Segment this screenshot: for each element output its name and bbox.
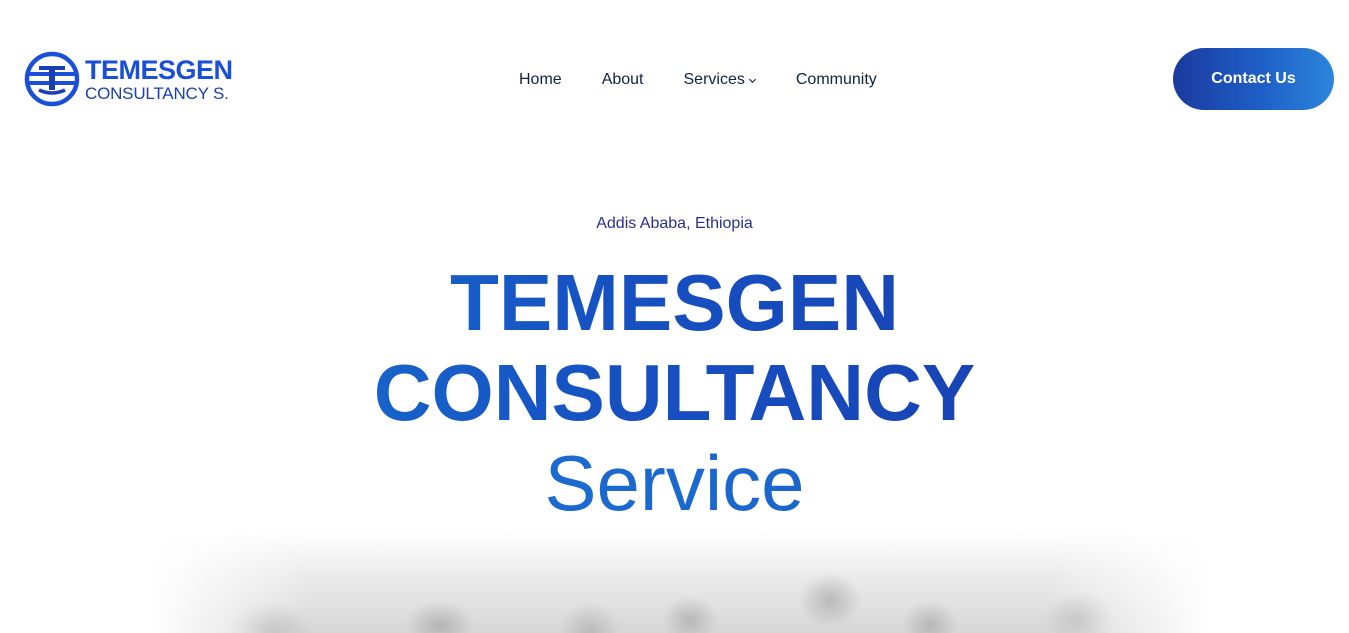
nav-services[interactable]: Services — [684, 71, 757, 89]
hero-title: TEMESGEN CONSULTANCY Service — [0, 258, 1349, 528]
hero-title-line1: TEMESGEN — [0, 258, 1349, 348]
nav-community[interactable]: Community — [796, 71, 877, 89]
contact-us-button[interactable]: Contact Us — [1173, 48, 1334, 110]
hero-title-line3: Service — [0, 438, 1349, 528]
chevron-down-icon — [748, 78, 756, 83]
temesgen-logo-icon — [24, 51, 80, 107]
nav-home[interactable]: Home — [519, 71, 562, 89]
logo-tagline: CONSULTANCY S. — [85, 83, 229, 103]
hero-location: Addis Ababa, Ethiopia — [596, 215, 753, 232]
hero-title-line2: CONSULTANCY — [0, 348, 1349, 438]
nav-services-label: Services — [683, 71, 745, 88]
hero-background-photo — [150, 530, 1210, 633]
nav-about[interactable]: About — [602, 71, 644, 89]
site-header: TEMESGEN CONSULTANCY S. Home About Servi… — [0, 0, 1349, 160]
logo-text: TEMESGEN CONSULTANCY S. — [85, 54, 233, 103]
hero-photo-fade-right — [1050, 530, 1210, 633]
hero-photo-fade-left — [150, 530, 310, 633]
logo-name: TEMESGEN — [85, 54, 233, 85]
main-nav: Home About Services Community — [519, 68, 877, 92]
page: TEMESGEN CONSULTANCY S. Home About Servi… — [0, 0, 1349, 633]
logo[interactable]: TEMESGEN CONSULTANCY S. — [23, 49, 233, 109]
